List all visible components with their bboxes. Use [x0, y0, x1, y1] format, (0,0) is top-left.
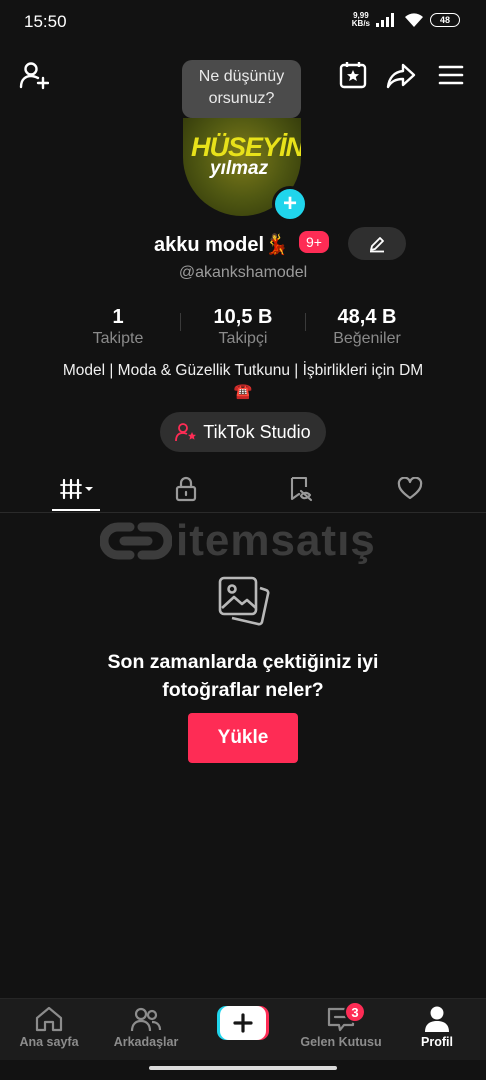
net-speed-unit: KB/s [351, 19, 370, 28]
tab-private[interactable] [164, 472, 208, 506]
friends-icon [130, 1007, 162, 1032]
watermark-logo-icon [100, 522, 172, 560]
stat-divider [180, 313, 181, 331]
heart-icon [397, 477, 423, 500]
nav-home[interactable]: Ana sayfa [4, 1005, 94, 1049]
battery-indicator: 48 [430, 13, 460, 27]
tooltip-line2: orsunuz? [208, 90, 275, 107]
following-count[interactable]: 1 [58, 306, 178, 329]
inbox-badge: 3 [344, 1001, 366, 1023]
user-star-icon [175, 423, 197, 442]
nav-profile-label: Profil [421, 1035, 453, 1049]
active-tab-indicator [52, 509, 100, 511]
profile-icon [425, 1006, 449, 1032]
add-story-button[interactable]: + [272, 186, 308, 222]
empty-title-line2: fotoğraflar neler? [162, 679, 324, 701]
following-label: Takipte [92, 330, 144, 347]
home-indicator[interactable] [149, 1066, 337, 1070]
tiktok-studio-button[interactable]: TikTok Studio [160, 412, 326, 452]
create-button[interactable] [217, 1006, 269, 1040]
pencil-icon [370, 236, 384, 252]
notification-badge[interactable]: 9+ [299, 231, 329, 253]
status-time: 15:50 [24, 12, 67, 31]
tab-videos[interactable] [52, 472, 100, 506]
calendar-star-icon [339, 62, 367, 89]
bio-phone-emoji: ☎️ [233, 383, 253, 400]
repost-hidden-icon [290, 476, 313, 502]
add-user-icon [19, 62, 49, 90]
empty-title-line1: Son zamanlarda çektiğiniz iyi [107, 651, 379, 673]
grid-dropdown-icon [60, 478, 93, 500]
profile-name: akku model💃 [154, 234, 289, 256]
watermark: itemsatış [100, 512, 390, 570]
likes-label: Beğeniler [333, 330, 401, 347]
profile-bio: Model | Moda & Güzellik Tutkunu | İşbirl… [62, 362, 424, 379]
tab-reposts[interactable] [278, 472, 322, 506]
nav-profile[interactable]: Profil [392, 1005, 482, 1049]
tab-liked[interactable] [388, 472, 432, 506]
status-icons: 9,99 KB/s 48 [352, 12, 460, 28]
tiktok-studio-label: TikTok Studio [203, 421, 311, 442]
add-friend-button[interactable] [17, 58, 51, 92]
followers-count[interactable]: 10,5 B [183, 306, 303, 329]
hamburger-menu-icon [438, 65, 464, 85]
avatar-logo-subtext: yılmaz [210, 158, 269, 179]
menu-button[interactable] [434, 58, 468, 92]
nav-home-label: Ana sayfa [19, 1035, 79, 1049]
photos-icon [218, 576, 270, 626]
lock-icon [175, 476, 197, 502]
nav-friends[interactable]: Arkadaşlar [101, 1005, 191, 1049]
nav-inbox-label: Gelen Kutusu [300, 1035, 382, 1049]
edit-profile-button[interactable] [348, 227, 406, 260]
status-note-tooltip[interactable]: Ne düşünüy orsunuz? [182, 60, 301, 118]
home-icon [35, 1006, 63, 1032]
plus-icon: + [282, 190, 297, 217]
nav-friends-label: Arkadaşlar [113, 1035, 179, 1049]
likes-count[interactable]: 48,4 B [307, 306, 427, 329]
favorites-calendar-button[interactable] [336, 58, 370, 92]
share-icon [386, 63, 416, 89]
upload-button[interactable]: Yükle [188, 713, 298, 763]
wifi-icon [405, 13, 423, 27]
share-profile-button[interactable] [384, 58, 418, 92]
followers-label: Takipçi [218, 330, 268, 347]
profile-tabs [0, 468, 486, 513]
gesture-area [0, 1060, 486, 1080]
watermark-text: itemsatış [176, 516, 376, 565]
tooltip-line1: Ne düşünüy [198, 68, 285, 85]
signal-icon [376, 13, 394, 27]
stat-divider [305, 313, 306, 331]
profile-handle: @akankshamodel [178, 264, 308, 281]
empty-state-title: Son zamanlarda çektiğiniz iyi fotoğrafla… [0, 648, 486, 704]
nav-inbox[interactable]: Gelen Kutusu [296, 1005, 386, 1049]
net-speed: 9,99 KB/s [352, 12, 370, 28]
